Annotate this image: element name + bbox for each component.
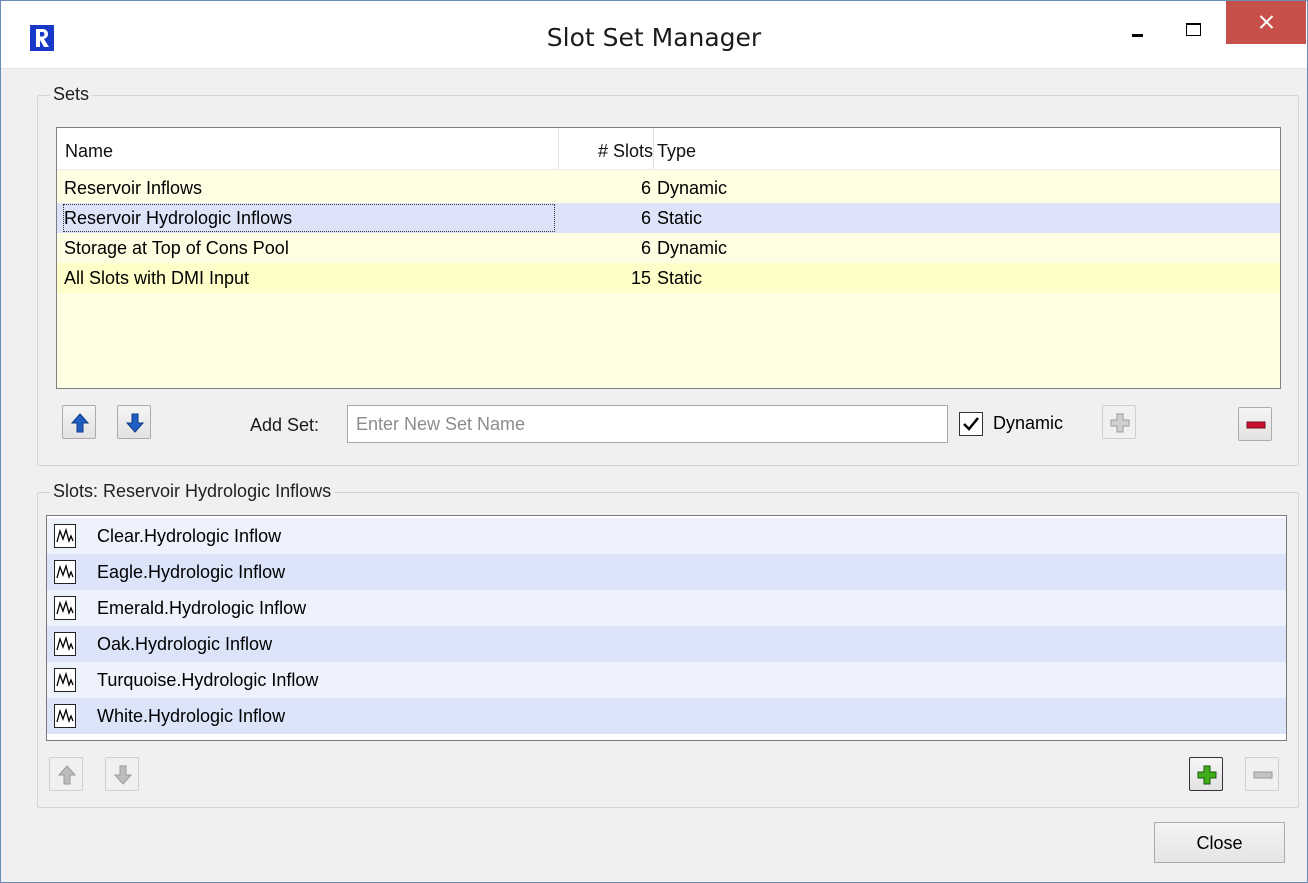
sets-group-title: Sets [50,84,93,105]
column-header-name[interactable]: Name [65,128,555,169]
set-name: Reservoir Inflows [64,178,203,198]
title-bar: Slot Set Manager [1,1,1307,69]
slots-list[interactable]: Clear.Hydrologic Inflow Eagle.Hydrologic… [46,515,1287,741]
slot-row-turquoise[interactable]: Turquoise.Hydrologic Inflow [47,662,1286,698]
set-row-storage-top-of-cons-pool[interactable]: Storage at Top of Cons Pool 6 Dynamic [57,233,1280,263]
new-set-name-input[interactable] [347,405,948,443]
set-row-reservoir-inflows[interactable]: Reservoir Inflows 6 Dynamic [57,173,1280,203]
dynamic-label: Dynamic [993,413,1064,433]
sets-table[interactable]: Name # Slots Type Reservoir Inflows 6 Dy… [56,127,1281,389]
set-name: Reservoir Hydrologic Inflows [62,203,556,233]
slot-row-eagle[interactable]: Eagle.Hydrologic Inflow [47,554,1286,590]
series-slot-icon [54,560,76,584]
close-button[interactable]: Close [1154,822,1285,863]
slot-label: Emerald.Hydrologic Inflow [97,598,307,618]
column-header-slots[interactable]: # Slots [558,128,653,169]
move-slot-down-button[interactable] [105,757,139,791]
series-slot-icon [54,668,76,692]
set-slot-count: 15 [630,268,651,288]
sets-table-header: Name # Slots Type [57,128,1280,170]
remove-slot-button[interactable] [1245,757,1279,791]
maximize-button[interactable] [1168,1,1216,45]
series-slot-icon [54,596,76,620]
slot-label: Eagle.Hydrologic Inflow [97,562,286,582]
set-row-all-slots-dmi-input[interactable]: All Slots with DMI Input 15 Static [57,263,1280,293]
checkmark-icon [963,417,979,431]
plus-icon [1197,765,1217,785]
move-slot-up-button[interactable] [49,757,83,791]
set-name: All Slots with DMI Input [64,268,250,288]
window-title: Slot Set Manager [546,23,762,52]
set-type: Static [657,208,703,228]
slot-label: White.Hydrologic Inflow [97,706,286,726]
arrow-down-icon [125,413,145,433]
remove-set-button[interactable] [1238,407,1272,441]
series-slot-icon [54,632,76,656]
series-slot-icon [54,704,76,728]
arrow-up-icon [70,413,90,433]
set-type: Static [657,268,703,288]
dynamic-checkbox[interactable] [959,412,983,436]
move-set-down-button[interactable] [117,405,151,439]
add-set-button[interactable] [1102,405,1136,439]
slot-row-emerald[interactable]: Emerald.Hydrologic Inflow [47,590,1286,626]
arrow-up-icon [57,765,77,785]
column-header-type[interactable]: Type [653,128,1279,169]
plus-icon [1110,413,1130,433]
slot-row-clear[interactable]: Clear.Hydrologic Inflow [47,518,1286,554]
slot-label: Oak.Hydrologic Inflow [97,634,273,654]
slot-label: Clear.Hydrologic Inflow [97,526,282,546]
add-set-label: Add Set: [250,415,320,435]
slot-row-white[interactable]: White.Hydrologic Inflow [47,698,1286,734]
set-slot-count: 6 [640,238,651,258]
set-type: Dynamic [657,238,728,258]
add-slot-button[interactable] [1189,757,1223,791]
arrow-down-icon [113,765,133,785]
set-type: Dynamic [657,178,728,198]
set-slot-count: 6 [640,208,651,228]
set-name: Storage at Top of Cons Pool [64,238,289,258]
minimize-button[interactable] [1114,1,1162,45]
slot-label: Turquoise.Hydrologic Inflow [97,670,319,690]
move-set-up-button[interactable] [62,405,96,439]
window-close-button[interactable] [1226,1,1306,44]
set-row-reservoir-hydrologic-inflows[interactable]: Reservoir Hydrologic Inflows 6 Static [57,203,1280,233]
minus-icon [1253,771,1273,779]
set-slot-count: 6 [640,178,651,198]
minus-icon [1246,421,1266,429]
slot-row-oak[interactable]: Oak.Hydrologic Inflow [47,626,1286,662]
series-slot-icon [54,524,76,548]
slots-group-title: Slots: Reservoir Hydrologic Inflows [50,481,335,502]
slot-set-manager-window: Slot Set Manager Sets Name # Slots Type … [0,0,1308,883]
